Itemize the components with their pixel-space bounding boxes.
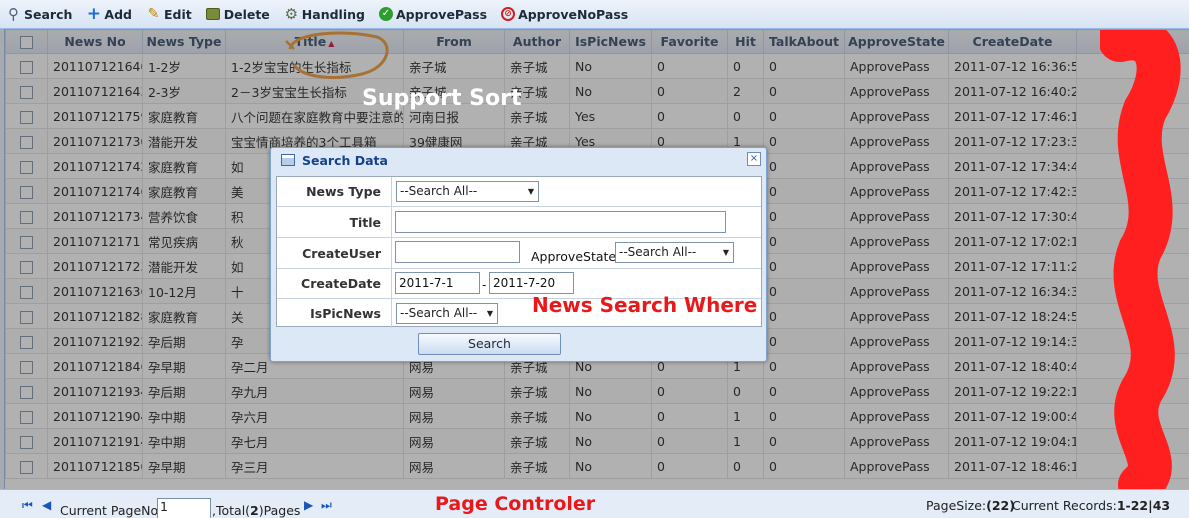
is-pic-news-label: IsPicNews <box>277 299 392 328</box>
search-icon: ⚲ <box>8 4 19 23</box>
next-page-icon[interactable]: ▶ <box>304 499 313 511</box>
add-button[interactable]: + Add <box>86 3 132 24</box>
chevron-down-icon: ▼ <box>527 187 534 196</box>
is-pic-news-select[interactable]: --Search All-- ▼ <box>396 303 498 324</box>
add-button-label: Add <box>104 6 132 22</box>
edit-button-label: Edit <box>163 6 192 22</box>
create-date-label: CreateDate <box>277 269 392 298</box>
search-button[interactable]: ⚲ Search <box>6 4 73 23</box>
records-value: 1-22|43 <box>1116 498 1171 513</box>
page-size-label: PageSize: <box>926 498 987 513</box>
prev-page-icon[interactable]: ◀ <box>42 499 51 511</box>
search-dialog: Search Data × News Type --Search All-- ▼ … <box>270 147 767 362</box>
page-size-value: (22) <box>986 498 1015 513</box>
first-page-icon[interactable]: ⏮ <box>22 499 33 511</box>
is-pic-news-select-value: --Search All-- <box>400 306 478 320</box>
forbidden-icon: ⊘ <box>501 7 516 21</box>
approve-pass-label: ApprovePass <box>395 6 488 22</box>
approve-state-select-value: --Search All-- <box>619 245 697 259</box>
create-user-input[interactable] <box>395 241 520 263</box>
window-icon <box>281 154 295 166</box>
approve-state-label: ApproveState <box>531 249 617 264</box>
approve-no-pass-button[interactable]: ⊘ ApproveNoPass <box>501 7 628 22</box>
approve-state-select[interactable]: --Search All-- ▼ <box>615 242 734 263</box>
total-pages-text: ,Total(2)Pages <box>212 503 300 518</box>
news-type-select[interactable]: --Search All-- ▼ <box>396 181 539 202</box>
news-type-row: News Type --Search All-- ▼ <box>277 177 761 207</box>
plus-icon: + <box>86 3 102 24</box>
create-user-row: CreateUser ApproveState --Search All-- ▼ <box>277 238 761 269</box>
approve-pass-button[interactable]: ✓ ApprovePass <box>378 6 488 22</box>
date-from-input[interactable]: 2011-7-1 <box>395 272 480 294</box>
date-separator: - <box>482 278 487 292</box>
dialog-header: Search Data <box>271 148 766 172</box>
edit-icon: ✎ <box>147 6 160 22</box>
total-pages-value: 2 <box>250 503 259 518</box>
chevron-down-icon: ▼ <box>722 248 729 257</box>
title-label: Title <box>277 207 392 237</box>
chevron-down-icon: ▼ <box>486 309 493 318</box>
handling-button-label: Handling <box>301 6 365 22</box>
dialog-search-button[interactable]: Search <box>418 333 561 355</box>
last-page-icon[interactable]: ⏭ <box>321 499 332 511</box>
delete-button-label: Delete <box>223 6 270 22</box>
edit-button[interactable]: ✎ Edit <box>146 7 192 22</box>
delete-button[interactable]: Delete <box>206 7 270 22</box>
records-info: Current Records:1-22|43 <box>1012 498 1170 513</box>
pages-label: )Pages <box>258 503 301 518</box>
gear-icon: ⚙ <box>284 4 299 23</box>
records-label: Current Records: <box>1012 498 1117 513</box>
approve-no-pass-label: ApproveNoPass <box>518 6 629 22</box>
annotation-page-controller: Page Controler <box>435 493 596 515</box>
page-number-input[interactable]: 1 <box>157 498 211 518</box>
check-circle-icon: ✓ <box>378 7 393 21</box>
toolbar: ⚲ Search + Add ✎ Edit Delete ⚙ Handling ✓ App… <box>0 0 1189 29</box>
annotation-support-sort: Support Sort <box>362 86 522 111</box>
delete-icon <box>206 7 221 22</box>
close-icon[interactable]: × <box>747 152 761 166</box>
news-type-select-value: --Search All-- <box>400 184 478 198</box>
total-label: ,Total( <box>212 503 251 518</box>
title-row: Title <box>277 207 761 238</box>
date-to-input[interactable]: 2011-7-20 <box>489 272 574 294</box>
title-input[interactable] <box>395 211 726 233</box>
search-button-label: Search <box>24 6 73 22</box>
current-page-label: Current PageNo: <box>60 503 163 518</box>
dialog-title: Search Data <box>302 152 388 168</box>
handling-button[interactable]: ⚙ Handling <box>284 4 365 23</box>
annotation-search-where: News Search Where <box>532 293 758 317</box>
page-size-info: PageSize:(22) <box>926 498 1015 513</box>
create-user-label: CreateUser <box>277 238 392 268</box>
news-type-label: News Type <box>277 177 392 206</box>
